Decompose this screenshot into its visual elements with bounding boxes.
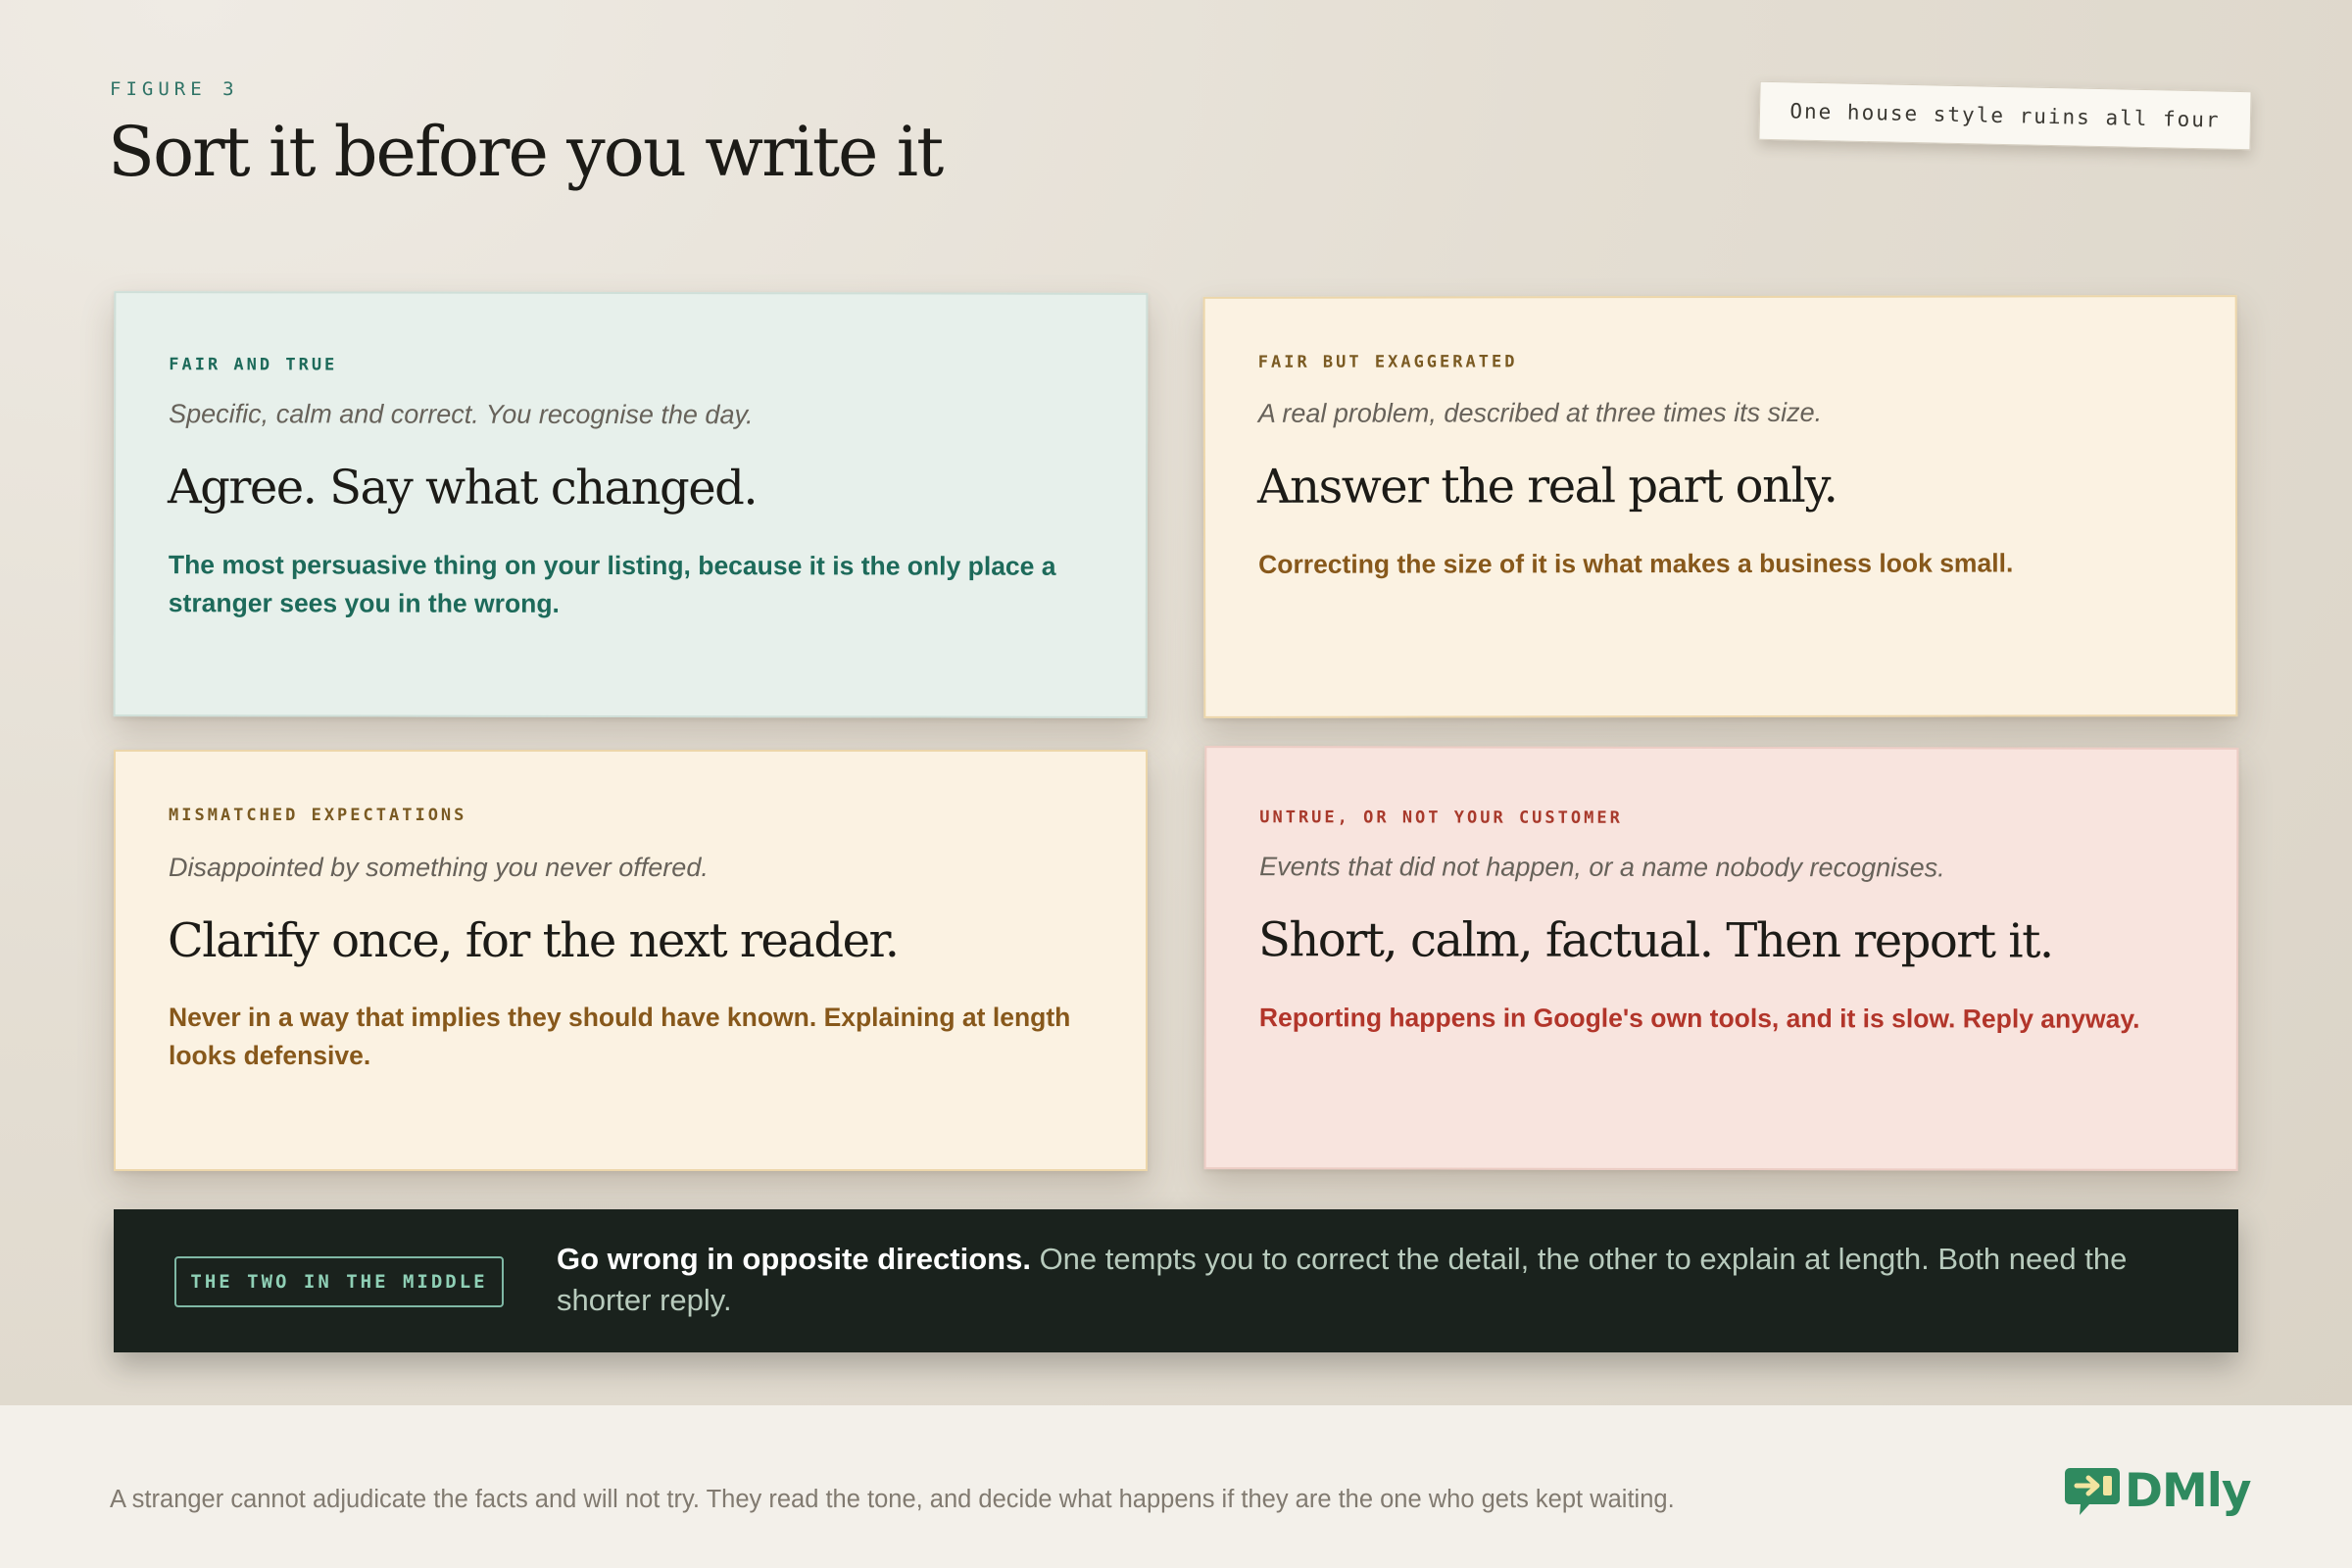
card-subtitle: A real problem, described at three times… bbox=[1257, 397, 1823, 428]
card-body: Correcting the size of it is what makes … bbox=[1258, 548, 2014, 579]
card-tag: FAIR AND TRUE bbox=[169, 355, 338, 375]
footer: A stranger cannot adjudicate the facts a… bbox=[0, 1405, 2352, 1568]
card-fair-and-true: FAIR AND TRUE Specific, calm and correct… bbox=[113, 291, 1149, 718]
card-subtitle: Specific, calm and correct. You recognis… bbox=[169, 399, 754, 430]
card-untrue-or-not-customer: UNTRUE, OR NOT YOUR CUSTOMER Events that… bbox=[1203, 746, 2239, 1171]
card-body: Reporting happens in Google's own tools,… bbox=[1258, 1003, 2140, 1034]
card-body: Never in a way that implies they should … bbox=[169, 1003, 1071, 1070]
logo-text: DMly bbox=[2125, 1464, 2252, 1518]
card-mismatched-expectations: MISMATCHED EXPECTATIONS Disappointed by … bbox=[114, 750, 1148, 1171]
callout-badge: THE TWO IN THE MIDDLE bbox=[174, 1256, 504, 1307]
card-tag: MISMATCHED EXPECTATIONS bbox=[169, 806, 467, 825]
card-fair-but-exaggerated: FAIR BUT EXAGGERATED A real problem, des… bbox=[1202, 295, 2238, 718]
chat-arrow-icon bbox=[2065, 1468, 2120, 1515]
card-subtitle: Events that did not happen, or a name no… bbox=[1259, 852, 1945, 883]
callout-banner: THE TWO IN THE MIDDLE Go wrong in opposi… bbox=[114, 1209, 2238, 1352]
card-heading: Agree. Say what changed. bbox=[167, 460, 758, 516]
brand-logo: DMly bbox=[2064, 1464, 2252, 1525]
callout-text: Go wrong in opposite directions. One tem… bbox=[557, 1239, 2203, 1321]
card-heading: Answer the real part only. bbox=[1256, 458, 1838, 514]
card-tag: FAIR BUT EXAGGERATED bbox=[1257, 352, 1518, 372]
sticky-note: One house style ruins all four bbox=[1758, 80, 2252, 151]
card-heading: Clarify once, for the next reader. bbox=[168, 913, 900, 968]
callout-lead: Go wrong in opposite directions. bbox=[557, 1242, 1031, 1276]
card-heading: Short, calm, factual. Then report it. bbox=[1257, 912, 2053, 969]
footer-caption: A stranger cannot adjudicate the facts a… bbox=[110, 1486, 1675, 1513]
card-body: The most persuasive thing on your listin… bbox=[168, 550, 1056, 618]
page-title: Sort it before you write it bbox=[108, 112, 944, 192]
card-subtitle: Disappointed by something you never offe… bbox=[169, 853, 709, 882]
figure-label: FIGURE 3 bbox=[110, 78, 239, 100]
card-tag: UNTRUE, OR NOT YOUR CUSTOMER bbox=[1259, 808, 1623, 828]
